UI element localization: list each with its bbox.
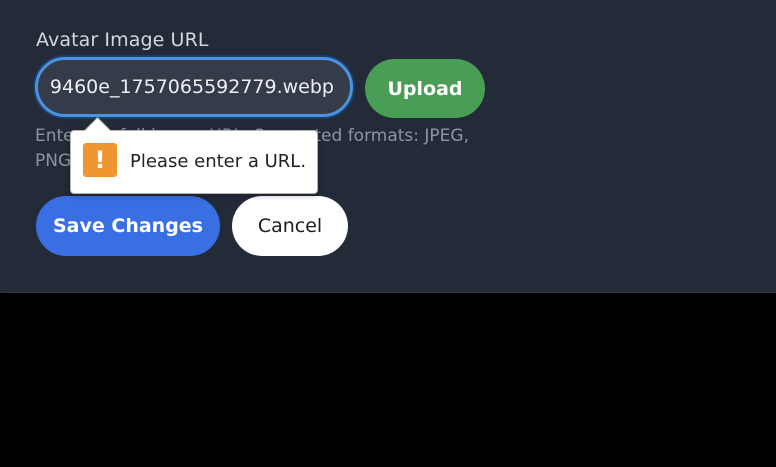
warning-icon: !: [83, 143, 117, 177]
cancel-button[interactable]: Cancel: [232, 196, 348, 256]
save-changes-button[interactable]: Save Changes: [36, 196, 220, 256]
avatar-url-value: 9460e_1757065592779.webp: [49, 76, 334, 98]
validation-tooltip: ! Please enter a URL.: [70, 117, 318, 194]
avatar-url-input[interactable]: 9460e_1757065592779.webp: [35, 57, 353, 117]
avatar-url-label: Avatar Image URL: [36, 29, 209, 51]
validation-message: Please enter a URL.: [130, 151, 307, 172]
upload-button[interactable]: Upload: [365, 59, 485, 118]
